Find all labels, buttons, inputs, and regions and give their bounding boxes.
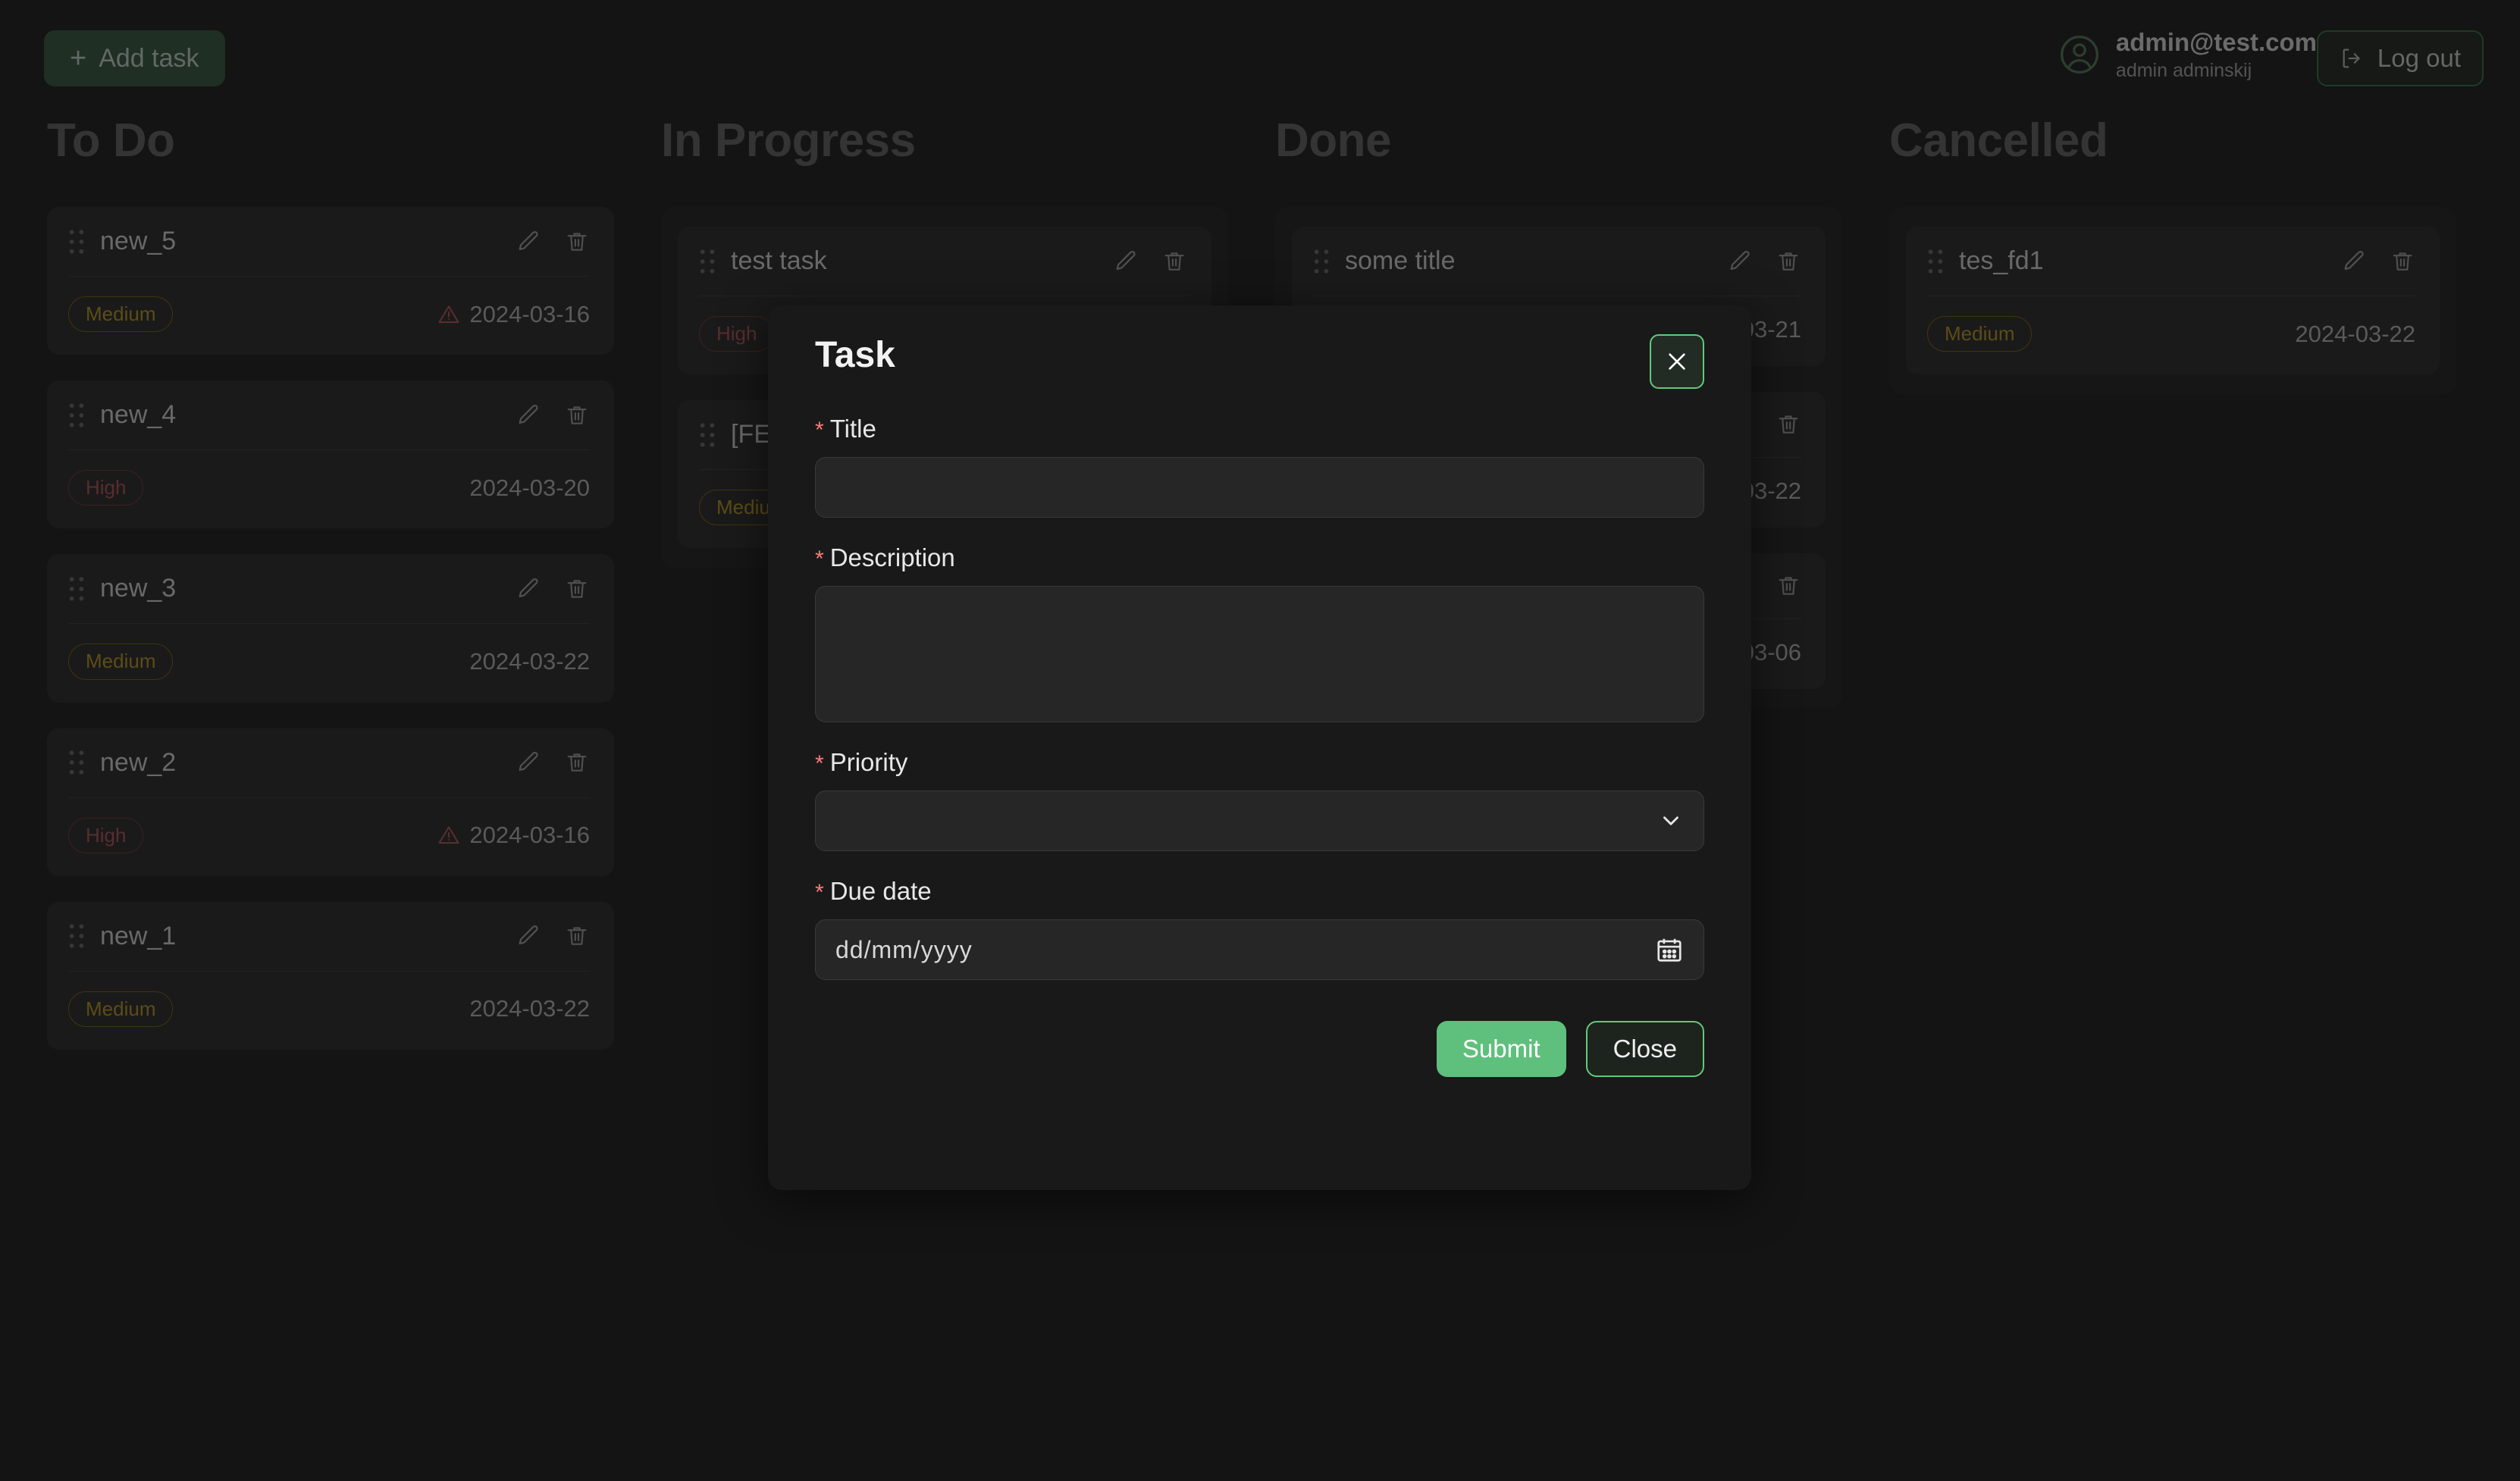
title-label: * Title (815, 415, 1704, 443)
close-button[interactable]: Close (1586, 1021, 1704, 1077)
priority-select[interactable] (815, 791, 1704, 851)
title-field-group: * Title (815, 415, 1704, 518)
submit-button[interactable]: Submit (1437, 1021, 1566, 1077)
description-label-text: Description (830, 543, 955, 572)
title-label-text: Title (830, 415, 876, 443)
chevron-down-icon (1658, 808, 1684, 834)
priority-label: * Priority (815, 748, 1704, 777)
title-input[interactable] (815, 457, 1704, 518)
app-root: + Add task admin@test.com admin adminski… (0, 0, 2520, 1481)
modal-title: Task (815, 334, 895, 376)
due-date-input[interactable]: dd/mm/yyyy (815, 919, 1704, 980)
due-date-label: * Due date (815, 877, 1704, 906)
description-field-group: * Description (815, 543, 1704, 722)
priority-label-text: Priority (830, 748, 908, 777)
description-label: * Description (815, 543, 1704, 572)
modal-footer: Submit Close (815, 1021, 1704, 1077)
close-x-icon (1665, 349, 1689, 374)
modal-close-button[interactable] (1650, 334, 1704, 389)
required-asterisk: * (815, 880, 824, 906)
required-asterisk: * (815, 751, 824, 777)
modal-header: Task (815, 305, 1704, 389)
calendar-icon[interactable] (1655, 935, 1684, 964)
due-date-label-text: Due date (830, 877, 932, 906)
required-asterisk: * (815, 418, 824, 443)
description-textarea[interactable] (815, 586, 1704, 722)
due-date-field-group: * Due date dd/mm/yyyy (815, 877, 1704, 980)
priority-field-group: * Priority (815, 748, 1704, 851)
due-date-placeholder: dd/mm/yyyy (835, 936, 973, 964)
required-asterisk: * (815, 546, 824, 572)
task-modal: Task * Title * Description (768, 305, 1751, 1190)
